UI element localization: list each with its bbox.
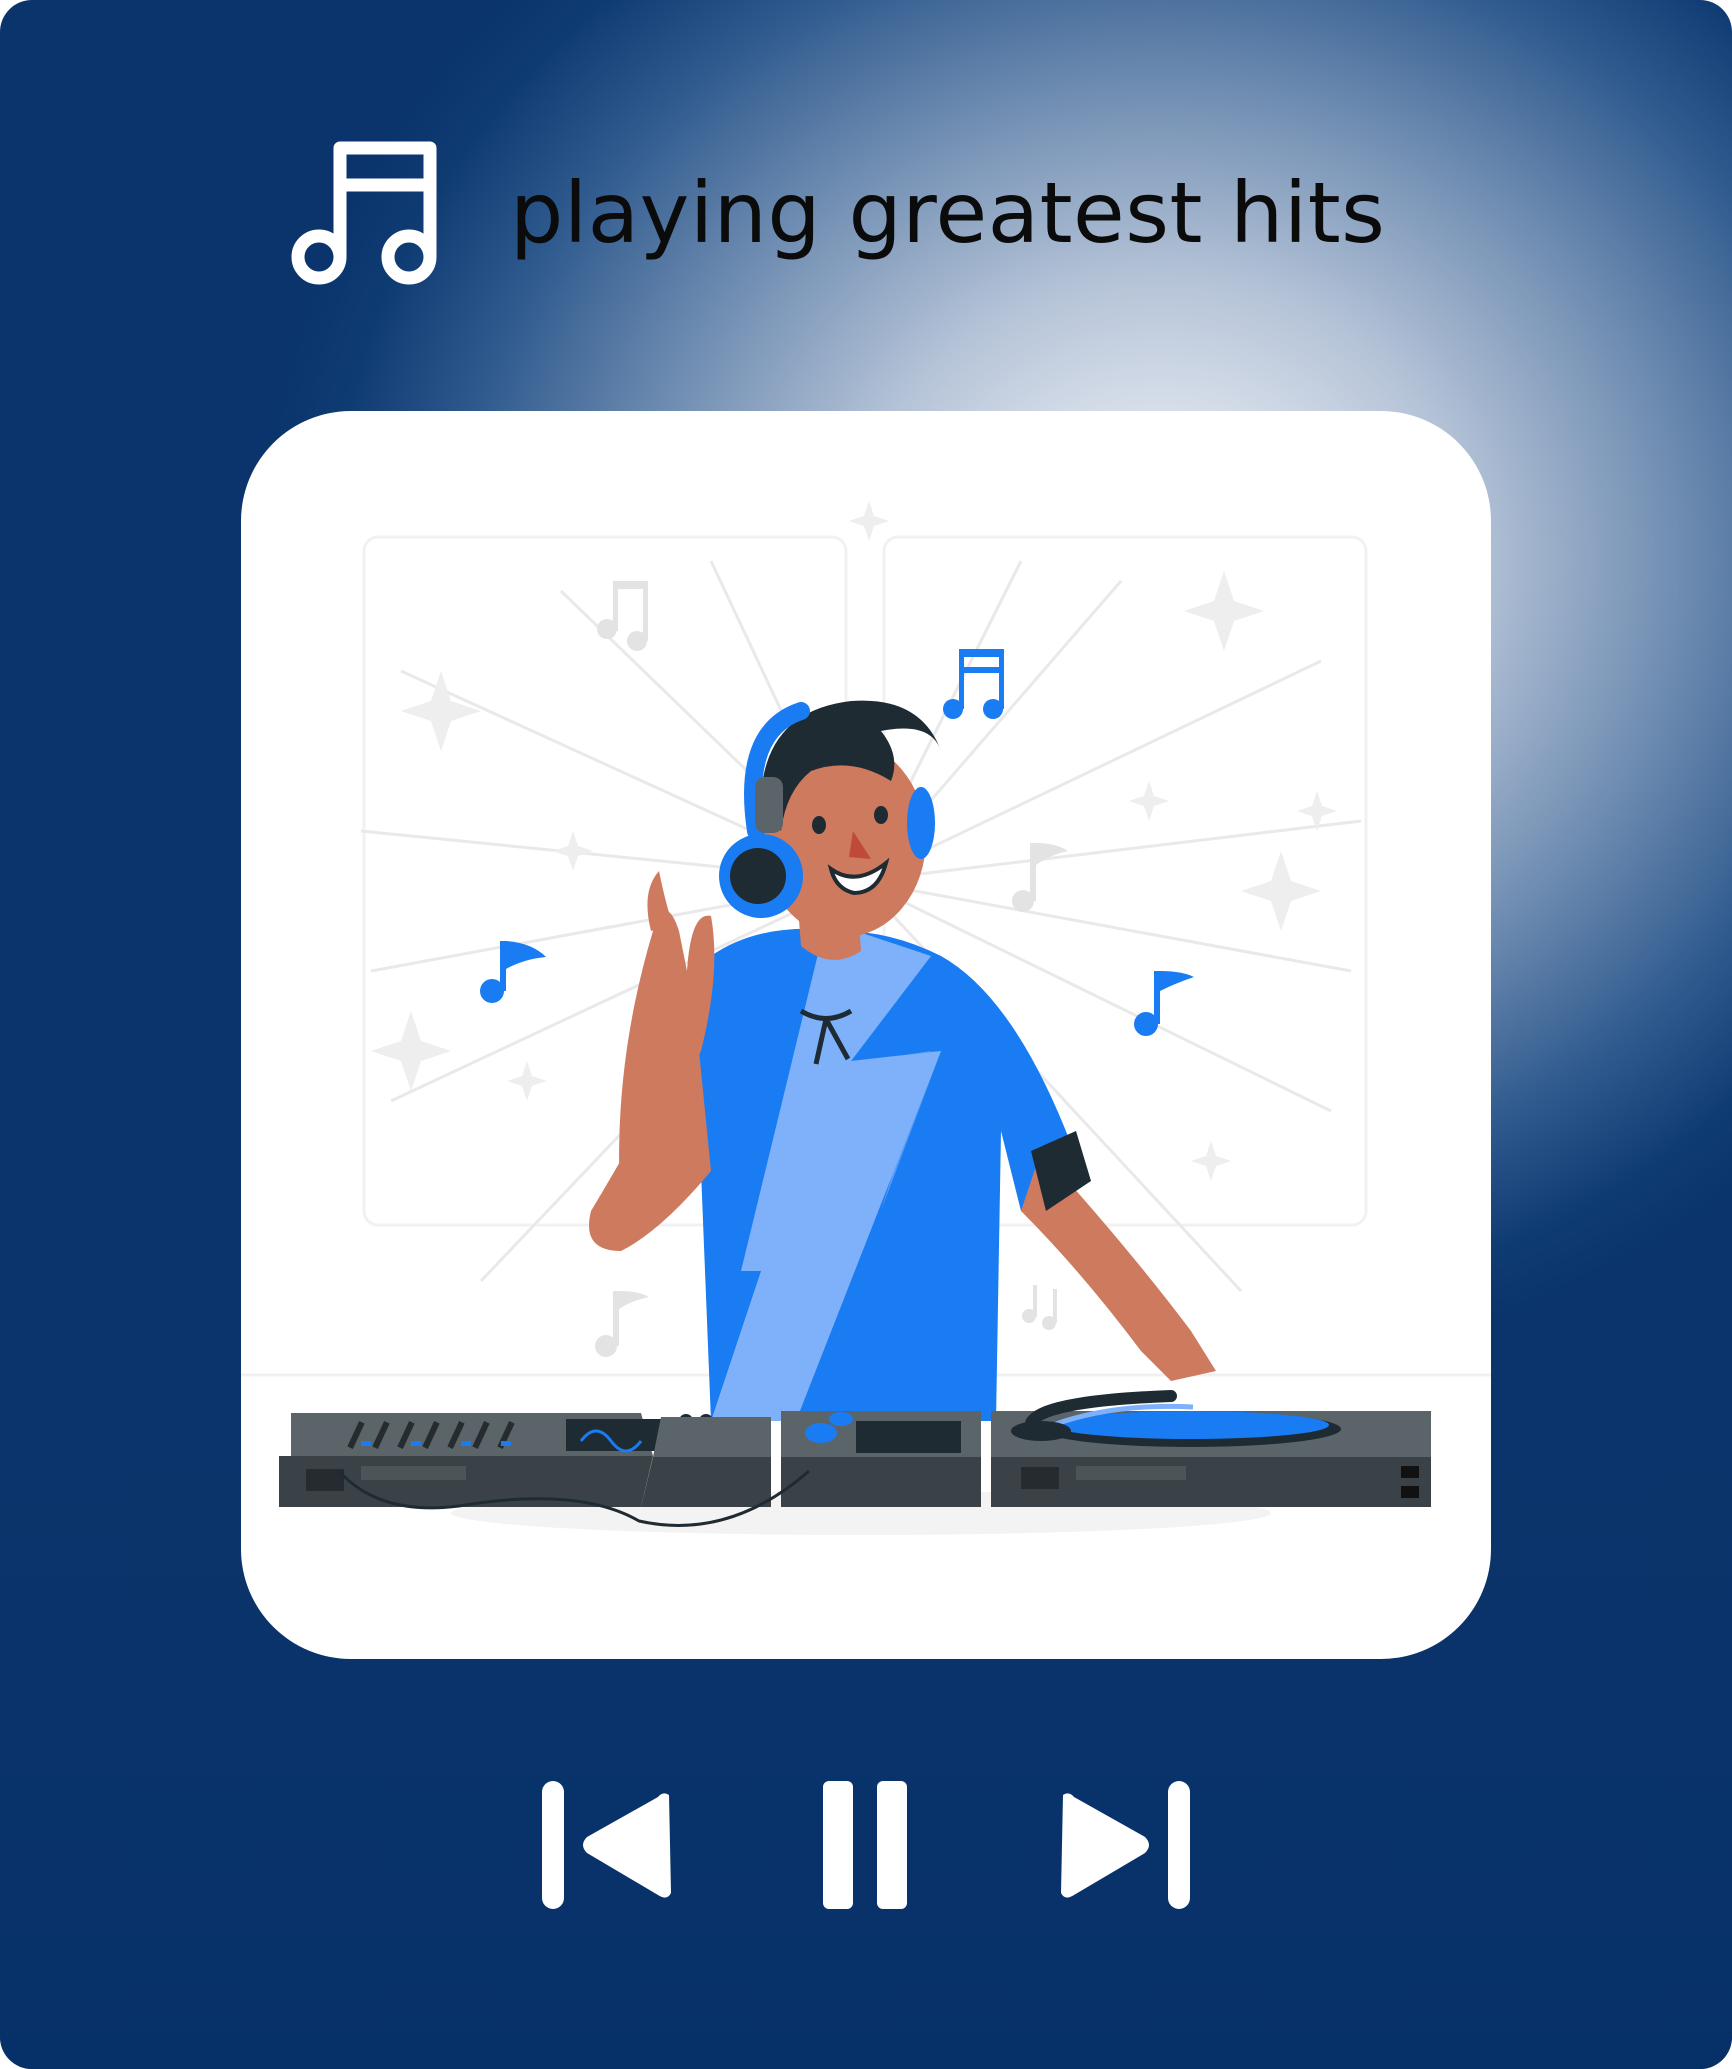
music-note-icon <box>291 141 437 285</box>
skip-previous-icon <box>542 1781 671 1909</box>
player-card: playing greatest hits <box>0 0 1732 2069</box>
now-playing-header: playing greatest hits <box>290 138 1385 288</box>
playback-controls <box>0 1775 1732 1915</box>
now-playing-title: playing greatest hits <box>510 164 1386 262</box>
pause-icon <box>823 1781 907 1909</box>
skip-next-icon <box>1061 1781 1190 1909</box>
next-button[interactable] <box>1055 1775 1195 1915</box>
dj-illustration <box>241 501 1491 1535</box>
previous-button[interactable] <box>537 1775 677 1915</box>
pause-button[interactable] <box>818 1775 913 1915</box>
album-artwork <box>241 411 1491 1659</box>
